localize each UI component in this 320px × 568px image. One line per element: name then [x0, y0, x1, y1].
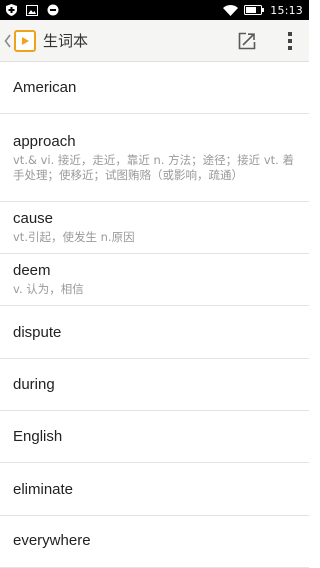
- word-definition: vt.& vi. 接近，走近，靠近 n. 方法；途径；接近 vt. 着手处理；使…: [13, 152, 294, 182]
- word-text: everywhere: [13, 532, 91, 549]
- app-logo[interactable]: [14, 29, 36, 52]
- export-icon: [238, 32, 256, 50]
- list-item[interactable]: during: [0, 359, 309, 411]
- word-text: cause: [13, 210, 54, 227]
- word-text: deem: [13, 262, 51, 279]
- more-options-button[interactable]: [275, 20, 305, 61]
- shield-icon: [6, 4, 17, 16]
- word-definition: v. 认为，相信: [13, 282, 84, 296]
- more-vertical-icon: [287, 31, 293, 51]
- status-right-icons: 15:13: [223, 4, 303, 17]
- word-list: American approach vt.& vi. 接近，走近，靠近 n. 方…: [0, 62, 309, 568]
- app-bar-actions: [227, 20, 309, 61]
- page-title: 生词本: [43, 32, 89, 50]
- list-item[interactable]: approach vt.& vi. 接近，走近，靠近 n. 方法；途径；接近 v…: [0, 114, 309, 202]
- word-text: dispute: [13, 323, 62, 341]
- word-text: approach: [13, 132, 76, 150]
- chevron-left-icon[interactable]: [1, 34, 13, 48]
- play-icon: [20, 36, 30, 46]
- list-item[interactable]: everywhere: [0, 516, 309, 568]
- status-bar: 15:13: [0, 0, 309, 20]
- wifi-icon: [223, 4, 239, 16]
- word-definition: vt.引起，使发生 n.原因: [13, 230, 135, 244]
- word-text: during: [13, 376, 55, 393]
- image-icon: [26, 4, 38, 16]
- export-button[interactable]: [227, 20, 267, 61]
- list-item[interactable]: American: [0, 62, 309, 114]
- list-item[interactable]: deem v. 认为，相信: [0, 254, 309, 306]
- battery-icon: [244, 5, 265, 15]
- app-bar: 生词本: [0, 20, 309, 62]
- list-item[interactable]: dispute: [0, 306, 309, 359]
- circle-minus-icon: [47, 4, 59, 16]
- list-item[interactable]: eliminate: [0, 463, 309, 516]
- status-left-icons: [6, 4, 59, 16]
- list-item[interactable]: English: [0, 411, 309, 463]
- status-time: 15:13: [270, 3, 303, 17]
- list-item[interactable]: cause vt.引起，使发生 n.原因: [0, 202, 309, 254]
- word-text: English: [13, 428, 63, 445]
- word-text: eliminate: [13, 480, 74, 498]
- word-text: American: [13, 79, 77, 96]
